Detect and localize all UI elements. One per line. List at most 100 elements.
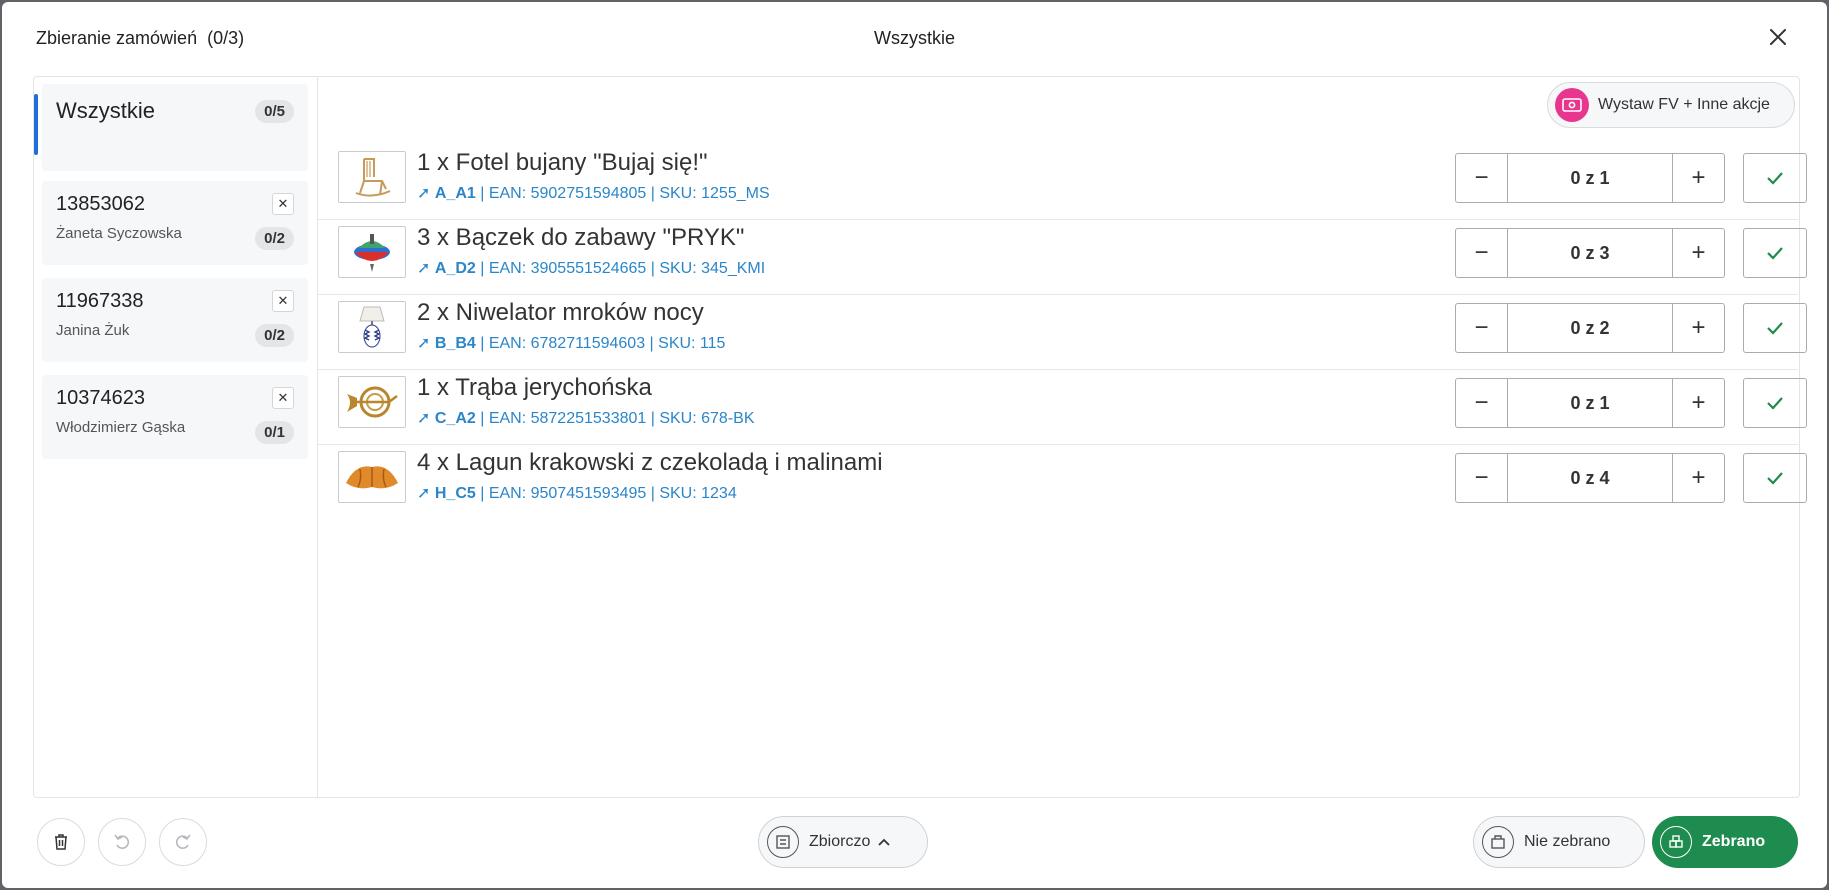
product-row: 1 x Trąba jerychońska ➚ C_A2 | EAN: 5872… — [318, 370, 1807, 445]
check-icon — [1767, 472, 1783, 485]
product-location[interactable]: C_A2 — [435, 410, 476, 427]
increase-button[interactable]: + — [1672, 229, 1724, 277]
sidebar-item-order[interactable]: 10374623 Włodzimierz Gąska ✕ 0/1 — [42, 375, 308, 459]
remove-order-button[interactable]: ✕ — [272, 290, 294, 312]
customer-name: Żaneta Syczowska — [56, 225, 182, 242]
sidebar-item-all[interactable]: Wszystkie 0/5 — [34, 84, 308, 171]
product-codes: | EAN: 6782711594603 | SKU: 115 — [475, 335, 726, 352]
increase-button[interactable]: + — [1672, 154, 1724, 202]
close-icon — [1770, 29, 1786, 45]
product-name: 1 x Fotel bujany "Bujaj się!" — [417, 149, 708, 176]
location-icon: ➚ — [417, 260, 431, 277]
not-collected-button[interactable]: Nie zebrano — [1473, 816, 1645, 868]
product-meta: ➚ C_A2 | EAN: 5872251533801 | SKU: 678-B… — [417, 408, 754, 428]
increase-button[interactable]: + — [1672, 379, 1724, 427]
sidebar-item-order[interactable]: 11967338 Janina Żuk ✕ 0/2 — [42, 278, 308, 362]
check-icon — [1767, 322, 1783, 335]
product-name: 1 x Trąba jerychońska — [417, 374, 652, 401]
product-meta: ➚ B_B4 | EAN: 6782711594603 | SKU: 115 — [417, 333, 725, 353]
quantity-value: 0 z 2 — [1570, 317, 1610, 338]
close-icon: ✕ — [277, 390, 289, 405]
quantity-value: 0 z 1 — [1570, 167, 1610, 188]
content-panel: Wszystkie 0/5 13853062 Żaneta Syczowska … — [33, 76, 1807, 798]
product-location[interactable]: A_A1 — [435, 185, 476, 202]
product-name: 4 x Lagun krakowski z czekoladą i malina… — [417, 449, 883, 476]
customer-name: Włodzimierz Gąska — [56, 419, 186, 436]
decrease-button[interactable]: − — [1456, 454, 1508, 502]
minus-icon: − — [1474, 164, 1489, 191]
product-row: 3 x Bączek do zabawy "PRYK" ➚ A_D2 | EAN… — [318, 220, 1807, 295]
product-row: 2 x Niwelator mroków nocy ➚ B_B4 | EAN: … — [318, 295, 1807, 370]
undo-button[interactable] — [98, 818, 146, 866]
decrease-button[interactable]: − — [1456, 154, 1508, 202]
product-meta: ➚ A_A1 | EAN: 5902751594805 | SKU: 1255_… — [417, 183, 770, 203]
decrease-button[interactable]: − — [1456, 304, 1508, 352]
plus-icon: + — [1691, 314, 1706, 341]
product-image — [338, 226, 406, 278]
close-icon: ✕ — [277, 293, 289, 308]
close-button[interactable] — [1765, 24, 1791, 50]
decrease-button[interactable]: − — [1456, 379, 1508, 427]
product-codes: | EAN: 3905551524665 | SKU: 345_KMI — [475, 260, 766, 277]
invoice-actions-button[interactable]: Wystaw FV + Inne akcje — [1547, 82, 1795, 128]
location-icon: ➚ — [417, 335, 431, 352]
confirm-item-button[interactable] — [1743, 303, 1807, 353]
modal-footer: Zbiorczo Nie zebrano Zebrano — [2, 798, 1827, 888]
status-badge: 0/2 — [255, 227, 294, 250]
quantity-value: 0 z 3 — [1570, 242, 1610, 263]
product-image — [338, 151, 406, 203]
order-picking-modal: Zbieranie zamówień (0/3) Wszystkie Wszys… — [2, 2, 1827, 888]
location-icon: ➚ — [417, 410, 431, 427]
plus-icon: + — [1691, 164, 1706, 191]
product-row: 1 x Fotel bujany "Bujaj się!" ➚ A_A1 | E… — [318, 145, 1807, 220]
status-badge: 0/1 — [255, 421, 294, 444]
location-icon: ➚ — [417, 185, 431, 202]
product-location[interactable]: B_B4 — [435, 335, 476, 352]
quantity-stepper: − 0 z 1 + — [1455, 378, 1725, 428]
minus-icon: − — [1474, 239, 1489, 266]
remove-order-button[interactable]: ✕ — [272, 387, 294, 409]
quantity-value: 0 z 4 — [1570, 467, 1610, 488]
summary-toggle-button[interactable]: Zbiorczo — [758, 816, 928, 868]
current-view-title: Wszystkie — [874, 28, 955, 48]
redo-icon — [175, 834, 191, 849]
increase-button[interactable]: + — [1672, 304, 1724, 352]
product-meta: ➚ A_D2 | EAN: 3905551524665 | SKU: 345_K… — [417, 258, 765, 278]
increase-button[interactable]: + — [1672, 454, 1724, 502]
decrease-button[interactable]: − — [1456, 229, 1508, 277]
order-number: 13853062 — [56, 193, 145, 215]
sidebar-item-order[interactable]: 13853062 Żaneta Syczowska ✕ 0/2 — [42, 181, 308, 265]
plus-icon: + — [1691, 389, 1706, 416]
redo-button[interactable] — [159, 818, 207, 866]
delete-button[interactable] — [37, 818, 85, 866]
minus-icon: − — [1474, 314, 1489, 341]
product-location[interactable]: A_D2 — [435, 260, 476, 277]
invoice-actions-label: Wystaw FV + Inne akcje — [1598, 96, 1770, 113]
confirm-item-button[interactable] — [1743, 378, 1807, 428]
not-collected-label: Nie zebrano — [1524, 833, 1611, 850]
summary-label: Zbiorczo — [809, 833, 871, 850]
close-icon: ✕ — [277, 196, 289, 211]
confirm-item-button[interactable] — [1743, 228, 1807, 278]
product-meta: ➚ H_C5 | EAN: 9507451593495 | SKU: 1234 — [417, 483, 737, 503]
quantity-stepper: − 0 z 4 + — [1455, 453, 1725, 503]
cash-icon — [1555, 88, 1589, 122]
products-area: Wystaw FV + Inne akcje 1 x Fotel bujany … — [318, 77, 1807, 797]
lamp-icon — [359, 306, 385, 348]
spinning-top-icon — [354, 234, 390, 272]
quantity-stepper: − 0 z 1 + — [1455, 153, 1725, 203]
confirm-item-button[interactable] — [1743, 153, 1807, 203]
product-location[interactable]: H_C5 — [435, 485, 476, 502]
modal-header: Zbieranie zamówień (0/3) Wszystkie — [2, 2, 1827, 76]
quantity-stepper: − 0 z 2 + — [1455, 303, 1725, 353]
check-icon — [1767, 397, 1783, 410]
check-icon — [1767, 247, 1783, 260]
product-name: 2 x Niwelator mroków nocy — [417, 299, 704, 326]
product-codes: | EAN: 5872251533801 | SKU: 678-BK — [475, 410, 755, 427]
check-icon — [1767, 172, 1783, 185]
collected-button[interactable]: Zebrano — [1652, 816, 1798, 868]
confirm-item-button[interactable] — [1743, 453, 1807, 503]
remove-order-button[interactable]: ✕ — [272, 193, 294, 215]
product-image — [338, 376, 406, 428]
order-number: 11967338 — [56, 290, 144, 312]
